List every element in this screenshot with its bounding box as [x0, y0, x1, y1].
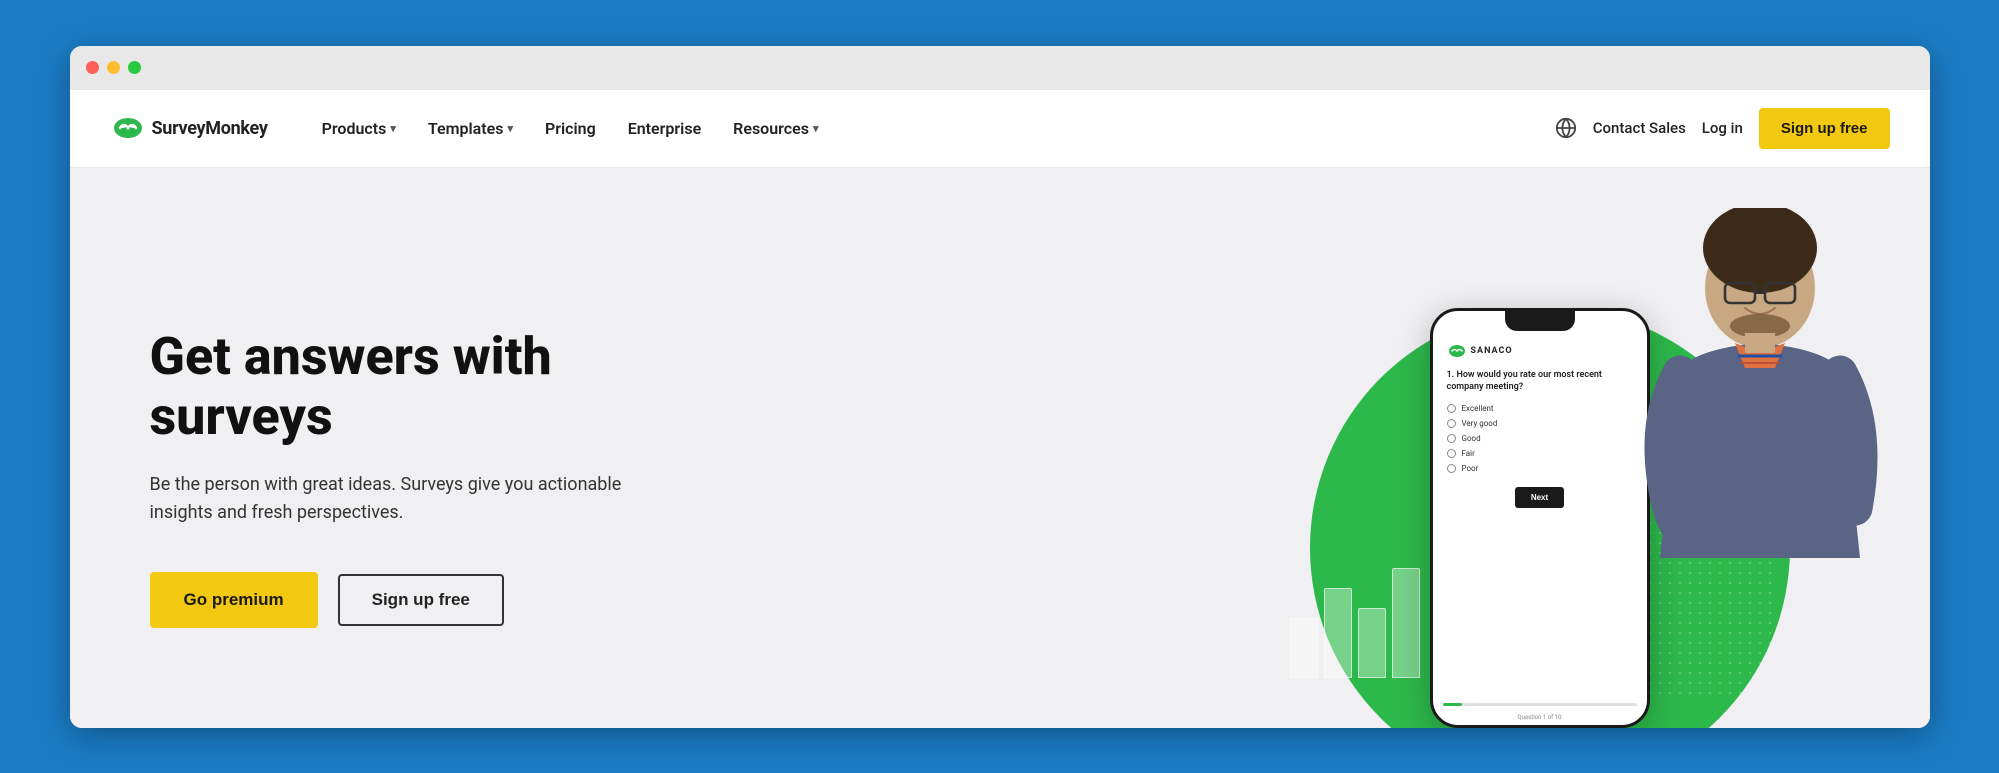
- logo-icon: [110, 114, 146, 142]
- phone-option-text-verygood: Very good: [1462, 419, 1498, 428]
- hero-section: Get answers with surveys Be the person w…: [70, 168, 1930, 728]
- phone-option-text-excellent: Excellent: [1462, 404, 1494, 413]
- nav-item-templates[interactable]: Templates ▾: [414, 111, 527, 146]
- resources-label: Resources: [733, 119, 809, 138]
- person-image: [1590, 168, 1930, 728]
- phone-radio-fair[interactable]: [1447, 449, 1456, 458]
- navbar-nav: Products ▾ Templates ▾ Pricing Enterpris…: [308, 111, 1555, 146]
- navbar-right: Contact Sales Log in Sign up free: [1555, 108, 1890, 149]
- hero-visual: SANACO 1. How would you rate our most re…: [1230, 168, 1930, 728]
- nav-item-resources[interactable]: Resources ▾: [719, 111, 832, 146]
- browser-body: SurveyMonkey Products ▾ Templates ▾ Pric…: [70, 90, 1930, 728]
- nav-item-products[interactable]: Products ▾: [308, 111, 410, 146]
- logo-link[interactable]: SurveyMonkey: [110, 114, 268, 142]
- browser-window: SurveyMonkey Products ▾ Templates ▾ Pric…: [70, 46, 1930, 728]
- signup-button[interactable]: Sign up free: [1759, 108, 1890, 149]
- nav-item-pricing[interactable]: Pricing: [531, 111, 610, 146]
- bar-4: [1392, 568, 1420, 678]
- hero-subtitle: Be the person with great ideas. Surveys …: [150, 471, 630, 529]
- enterprise-label: Enterprise: [628, 119, 701, 138]
- phone-radio-excellent[interactable]: [1447, 404, 1456, 413]
- logo-text: SurveyMonkey: [152, 118, 268, 139]
- maximize-button[interactable]: [128, 61, 141, 74]
- browser-chrome: [70, 46, 1930, 90]
- nav-item-enterprise[interactable]: Enterprise: [614, 111, 715, 146]
- products-chevron-icon: ▾: [390, 122, 396, 135]
- phone-notch: [1505, 311, 1575, 331]
- phone-option-text-poor: Poor: [1462, 464, 1479, 473]
- phone-option-text-fair: Fair: [1462, 449, 1475, 458]
- phone-dot-3: [1550, 687, 1558, 695]
- resources-chevron-icon: ▾: [813, 122, 819, 135]
- hero-content: Get answers with surveys Be the person w…: [150, 327, 710, 628]
- phone-radio-poor[interactable]: [1447, 464, 1456, 473]
- products-label: Products: [322, 119, 387, 138]
- phone-dot-2[interactable]: [1536, 687, 1544, 695]
- templates-chevron-icon: ▾: [507, 122, 513, 135]
- phone-progress-fill: [1443, 703, 1462, 706]
- pricing-label: Pricing: [545, 119, 596, 138]
- bar-chart-overlay: [1290, 568, 1420, 678]
- navbar: SurveyMonkey Products ▾ Templates ▾ Pric…: [70, 90, 1930, 168]
- go-premium-button[interactable]: Go premium: [150, 572, 318, 628]
- globe-icon[interactable]: [1555, 117, 1577, 139]
- hero-title: Get answers with surveys: [150, 327, 710, 447]
- hero-signup-button[interactable]: Sign up free: [338, 574, 504, 626]
- bar-3: [1358, 608, 1386, 678]
- login-link[interactable]: Log in: [1702, 119, 1743, 137]
- phone-radio-verygood[interactable]: [1447, 419, 1456, 428]
- minimize-button[interactable]: [107, 61, 120, 74]
- phone-company-name: SANACO: [1471, 346, 1513, 356]
- phone-next-button[interactable]: Next: [1515, 487, 1564, 508]
- contact-sales-link[interactable]: Contact Sales: [1593, 119, 1686, 137]
- phone-dot-1: [1522, 687, 1530, 695]
- templates-label: Templates: [428, 119, 504, 138]
- bar-2: [1324, 588, 1352, 678]
- hero-buttons: Go premium Sign up free: [150, 572, 710, 628]
- phone-option-text-good: Good: [1462, 434, 1481, 443]
- bar-1: [1290, 618, 1318, 678]
- close-button[interactable]: [86, 61, 99, 74]
- phone-radio-good[interactable]: [1447, 434, 1456, 443]
